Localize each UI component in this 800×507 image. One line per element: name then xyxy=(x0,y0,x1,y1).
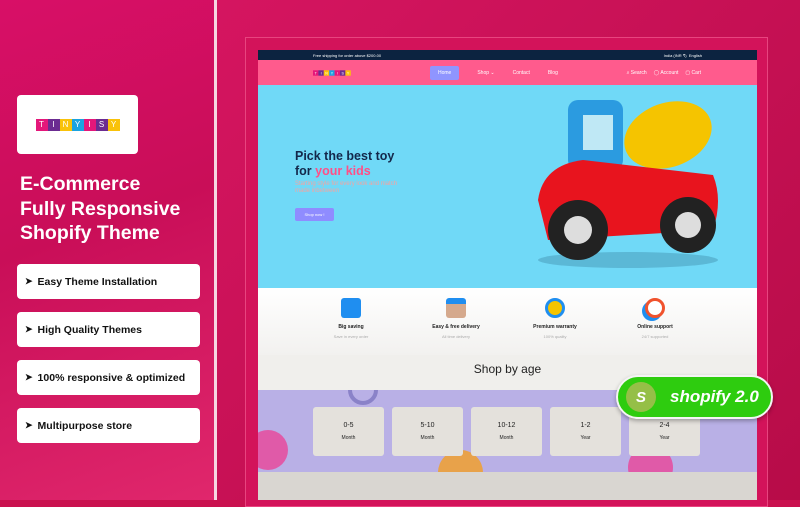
currency-selector[interactable]: India (INR ₹) xyxy=(664,53,687,58)
language-selector[interactable]: English xyxy=(689,53,702,58)
account-label: Account xyxy=(660,69,679,76)
logo-letter: Y xyxy=(345,69,351,76)
shopify-bag-icon: S xyxy=(626,382,656,412)
feature-title: Easy & free delivery xyxy=(432,324,480,330)
website-preview: Free shipping for order above $200.00 In… xyxy=(258,50,757,500)
arrow-right-icon: ➤ xyxy=(25,324,33,334)
cart-label: Cart xyxy=(691,69,701,76)
age-unit: Month xyxy=(420,435,435,441)
logo-letter: S xyxy=(95,118,108,131)
logo-letter: Y xyxy=(107,118,120,131)
feature-item: ➤ 100% responsive & optimized xyxy=(17,360,200,395)
nav-contact[interactable]: Contact xyxy=(513,70,530,76)
feature-sub: 100% quality xyxy=(543,334,567,339)
decor xyxy=(258,430,288,470)
headline-line: E-Commerce xyxy=(20,173,141,195)
nav-shop[interactable]: Shop ⌄ xyxy=(477,70,494,76)
age-card[interactable]: 10-12 Month xyxy=(471,407,542,456)
nav-blog[interactable]: Blog xyxy=(548,70,558,76)
shop-now-button[interactable]: Shop now ! xyxy=(295,208,334,221)
decor xyxy=(348,390,378,405)
announcement-bar: Free shipping for order above $200.00 In… xyxy=(258,50,757,60)
age-range: 0-5 xyxy=(343,422,354,429)
hero-subtitle: Starting style for every look and match … xyxy=(295,181,398,194)
age-unit: Year xyxy=(659,435,670,441)
account-button[interactable]: ◯ Account xyxy=(654,70,679,76)
cart-button[interactable]: ▢ Cart xyxy=(685,70,701,76)
age-range: 5-10 xyxy=(420,422,435,429)
feature-sub: 24/7 supported xyxy=(641,334,669,339)
age-range: 1-2 xyxy=(580,422,591,429)
logo-letter: T xyxy=(35,118,48,131)
shopify-badge-label: shopify 2.0 xyxy=(670,387,759,406)
feature-item: ➤ High Quality Themes xyxy=(17,312,200,347)
feature-label: Easy Theme Installation xyxy=(37,275,158,288)
search-label: Search xyxy=(630,69,647,76)
age-unit: Month xyxy=(341,435,356,441)
logo-letter: I xyxy=(47,118,60,131)
age-card[interactable]: 5-10 Month xyxy=(392,407,463,456)
toy-truck-image xyxy=(538,100,718,268)
shopify-badge: S shopify 2.0 xyxy=(616,375,773,419)
age-unit: Month xyxy=(499,435,514,441)
arrow-right-icon: ➤ xyxy=(25,420,33,430)
features-strip: Big saving Save in every order Easy & fre… xyxy=(258,288,757,355)
headline-line: Fully Responsive xyxy=(20,197,181,220)
headline-line: Shopify Theme xyxy=(20,222,160,244)
logo-letter: Y xyxy=(71,118,84,131)
promo-headline: E-Commerce Fully Responsive Shopify Them… xyxy=(20,172,180,246)
support-24-icon xyxy=(645,298,665,318)
feature-support: Online support 24/7 supported xyxy=(610,298,700,339)
hero-title-line: Pick the best toy xyxy=(295,149,395,163)
feature-item: ➤ Easy Theme Installation xyxy=(17,264,200,299)
feature-title: Premium warranty xyxy=(533,324,577,330)
age-range: 2-4 xyxy=(659,422,670,429)
main-nav: TINYISY Home Shop ⌄ Contact Blog ⌕ Searc… xyxy=(258,60,757,85)
award-ribbon-icon xyxy=(545,298,565,318)
delivery-person-icon xyxy=(446,298,466,318)
site-logo[interactable]: TINYISY xyxy=(313,69,351,76)
logo-letter: I xyxy=(83,118,96,131)
age-card[interactable]: 1-2 Year xyxy=(550,407,621,456)
feature-item: ➤ Multipurpose store xyxy=(17,408,200,443)
hero-title: Pick the best toy for your kids xyxy=(295,149,394,179)
wallet-icon xyxy=(341,298,361,318)
feature-sub: All time delivery xyxy=(441,334,470,339)
feature-sub: Save in every order xyxy=(333,334,369,339)
user-icon: ◯ xyxy=(653,69,660,76)
feature-title: Big saving xyxy=(338,324,364,330)
hero-banner: Pick the best toy for your kids Starting … xyxy=(258,85,757,288)
search-icon: ⌕ xyxy=(626,69,630,76)
arrow-right-icon: ➤ xyxy=(25,276,33,286)
logo-letter: N xyxy=(59,118,72,131)
cart-icon: ▢ xyxy=(685,69,691,76)
feature-label: 100% responsive & optimized xyxy=(37,371,186,384)
age-card[interactable]: 0-5 Month xyxy=(313,407,384,456)
age-unit: Year xyxy=(580,435,591,441)
shipping-notice: Free shipping for order above $200.00 xyxy=(313,52,382,58)
feature-label: Multipurpose store xyxy=(37,419,133,432)
feature-delivery: Easy & free delivery All time delivery xyxy=(411,298,501,339)
arrow-right-icon: ➤ xyxy=(25,372,33,382)
next-section xyxy=(258,472,757,500)
search-button[interactable]: ⌕ Search xyxy=(627,70,647,76)
logo-card: T I N Y I S Y xyxy=(17,95,138,154)
hero-title-line: for xyxy=(295,164,316,178)
tinyisy-logo: T I N Y I S Y xyxy=(35,118,120,131)
feature-title: Online support xyxy=(637,324,673,330)
age-range: 10-12 xyxy=(497,422,516,429)
hero-highlight: your kids xyxy=(315,164,371,178)
feature-big-saving: Big saving Save in every order xyxy=(306,298,396,339)
feature-label: High Quality Themes xyxy=(37,323,142,336)
nav-home[interactable]: Home xyxy=(430,65,460,80)
feature-warranty: Premium warranty 100% quality xyxy=(510,298,600,339)
